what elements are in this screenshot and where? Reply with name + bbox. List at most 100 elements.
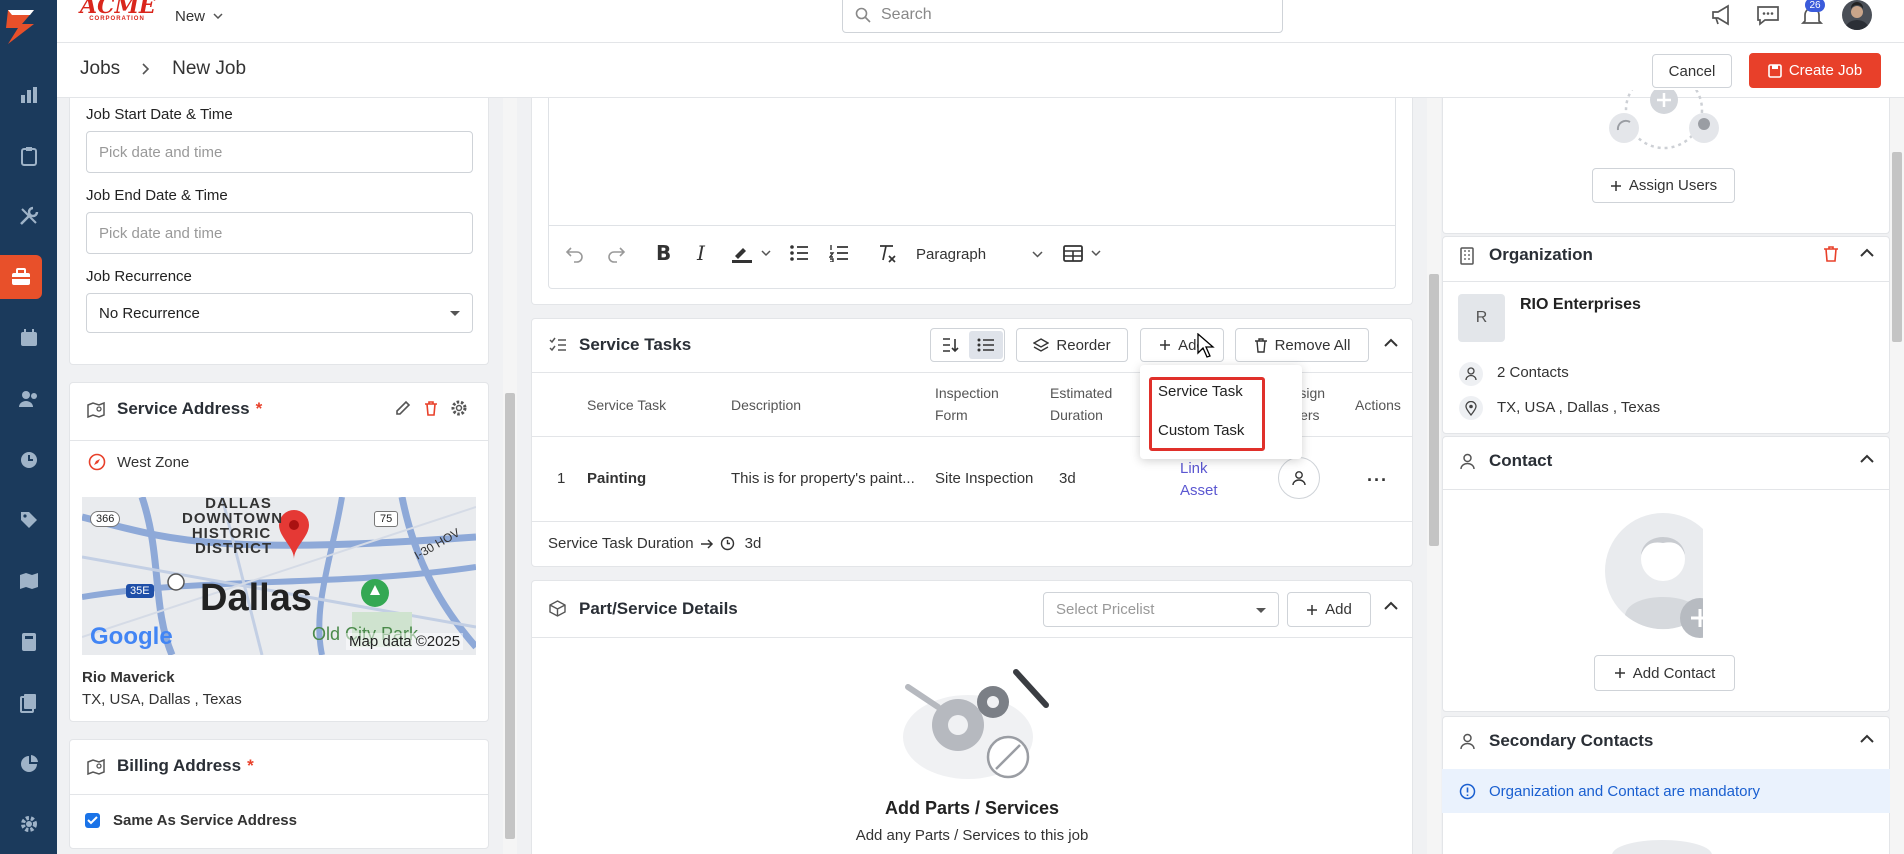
avatar[interactable]: [1842, 0, 1872, 30]
new-menu[interactable]: New: [175, 6, 223, 26]
megaphone-icon[interactable]: [1710, 4, 1734, 26]
sidebar-clock-icon[interactable]: [0, 438, 57, 482]
remove-all-label: Remove All: [1274, 336, 1351, 354]
organization-name[interactable]: RIO Enterprises: [1520, 296, 1641, 314]
edit-pencil-icon[interactable]: [394, 399, 412, 417]
chevron-down-icon: [213, 13, 223, 19]
sidebar-clipboard-icon[interactable]: [0, 134, 57, 178]
contacts-count[interactable]: 2 Contacts: [1497, 364, 1569, 381]
task-list-icon: [549, 337, 567, 353]
cancel-button[interactable]: Cancel: [1652, 54, 1732, 88]
user-icon: [1292, 471, 1306, 486]
app-logo-icon[interactable]: [4, 6, 38, 46]
trash-icon: [1254, 338, 1267, 353]
settings-gear-icon[interactable]: [450, 399, 468, 417]
collapse-chevron-icon[interactable]: [1860, 454, 1874, 463]
service-address-title-text: Service Address: [117, 399, 250, 418]
job-end-input[interactable]: Pick date and time: [86, 212, 473, 254]
sidebar-documents-icon[interactable]: [0, 681, 57, 725]
col-inspection-form: Inspection Form: [935, 382, 999, 426]
clear-format-icon[interactable]: [877, 243, 897, 263]
paragraph-style-select[interactable]: Paragraph: [908, 242, 1051, 266]
sidebar-settings-icon[interactable]: [0, 802, 57, 846]
create-job-button[interactable]: Create Job: [1749, 53, 1881, 88]
plus-icon: [1610, 180, 1621, 191]
sort-view-icon[interactable]: [933, 331, 967, 359]
row-task-name: Painting: [587, 470, 647, 487]
sidebar-users-icon[interactable]: [0, 377, 57, 421]
add-contact-button[interactable]: Add Contact: [1594, 655, 1735, 691]
zone-label: West Zone: [117, 454, 190, 471]
assign-user-button[interactable]: [1278, 457, 1320, 499]
contact-title: Contact: [1489, 451, 1553, 470]
reorder-button[interactable]: Reorder: [1016, 328, 1128, 362]
map-district-label: DALLAS DOWNTOWN HISTORIC DISTRICT: [154, 497, 283, 556]
remove-all-button[interactable]: Remove All: [1235, 328, 1369, 362]
breadcrumb: Jobs New Job: [80, 58, 246, 80]
add-part-button[interactable]: Add: [1287, 592, 1371, 627]
pricelist-select[interactable]: Select Pricelist: [1043, 592, 1279, 627]
plus-icon: [1307, 604, 1318, 615]
collapse-chevron-icon[interactable]: [1384, 338, 1398, 347]
sidebar-calendar-icon[interactable]: [0, 316, 57, 360]
collapse-chevron-icon[interactable]: [1384, 601, 1398, 610]
bold-icon[interactable]: B: [656, 241, 671, 265]
menu-item-custom-task[interactable]: Custom Task: [1158, 422, 1244, 439]
task-duration-value: 3d: [744, 535, 762, 552]
clock-icon: [720, 536, 734, 551]
paragraph-style-value: Paragraph: [916, 245, 987, 263]
breadcrumb-jobs-link[interactable]: Jobs: [80, 58, 120, 80]
service-tasks-title: Service Tasks: [579, 335, 692, 354]
required-mark: *: [247, 756, 254, 775]
redo-icon[interactable]: [606, 243, 626, 263]
numbered-list-icon[interactable]: [829, 244, 849, 262]
contact-placeholder-avatar-icon: [1603, 511, 1703, 639]
sidebar-dashboard-icon[interactable]: [0, 73, 57, 117]
same-as-checkbox[interactable]: [85, 813, 100, 828]
table-insert-icon[interactable]: [1063, 244, 1103, 264]
delete-trash-icon[interactable]: [1823, 245, 1839, 263]
divider: [531, 637, 1413, 638]
delete-trash-icon[interactable]: [422, 399, 440, 417]
col-service-task: Service Task: [587, 397, 667, 413]
link-asset-link[interactable]: Link Asset: [1180, 458, 1218, 502]
highlight-icon[interactable]: [731, 244, 771, 264]
divider: [548, 225, 1396, 226]
italic-icon[interactable]: I: [697, 241, 705, 265]
right-scrollbar-thumb[interactable]: [1892, 152, 1902, 342]
collapse-chevron-icon[interactable]: [1860, 248, 1874, 257]
sidebar-calculator-icon[interactable]: [0, 620, 57, 664]
search-input[interactable]: Search: [842, 0, 1283, 33]
sidebar-map-icon[interactable]: [0, 559, 57, 603]
job-start-input[interactable]: Pick date and time: [86, 131, 473, 173]
bullet-list-icon[interactable]: [789, 244, 809, 262]
middle-scrollbar-thumb[interactable]: [1429, 274, 1439, 546]
col-estimated-duration: Estimated Duration: [1050, 382, 1112, 426]
left-scrollbar-thumb[interactable]: [505, 393, 515, 839]
job-start-label: Job Start Date & Time: [86, 106, 233, 123]
save-icon: [1768, 63, 1782, 78]
address-line: TX, USA, Dallas , Texas: [82, 691, 242, 708]
task-duration-label: Service Task Duration: [548, 535, 694, 552]
caret-down-icon: [450, 311, 460, 316]
undo-icon[interactable]: [565, 243, 585, 263]
row-actions-menu-icon[interactable]: ···: [1367, 470, 1388, 491]
menu-item-service-task[interactable]: Service Task: [1158, 383, 1243, 400]
row-inspection-form: Site Inspection: [935, 470, 1034, 487]
assign-users-button[interactable]: Assign Users: [1592, 168, 1735, 203]
service-address-map[interactable]: DALLAS DOWNTOWN HISTORIC DISTRICT Dallas…: [82, 497, 476, 655]
list-view-icon[interactable]: [969, 331, 1003, 359]
chat-icon[interactable]: [1756, 4, 1780, 26]
address-name: Rio Maverick: [82, 669, 175, 686]
sidebar-jobs-icon[interactable]: [0, 255, 42, 299]
recurrence-select[interactable]: No Recurrence: [86, 293, 473, 333]
organization-address: TX, USA , Dallas , Texas: [1497, 399, 1661, 416]
map-district-line: DISTRICT: [194, 540, 273, 557]
sidebar-tag-icon[interactable]: [0, 498, 57, 542]
location-map-icon: [87, 400, 105, 418]
collapse-chevron-icon[interactable]: [1860, 734, 1874, 743]
mouse-cursor-icon: [1197, 333, 1215, 359]
map-district-line: HISTORIC: [191, 525, 272, 542]
sidebar-reports-icon[interactable]: [0, 742, 57, 786]
sidebar-tools-icon[interactable]: [0, 194, 57, 238]
